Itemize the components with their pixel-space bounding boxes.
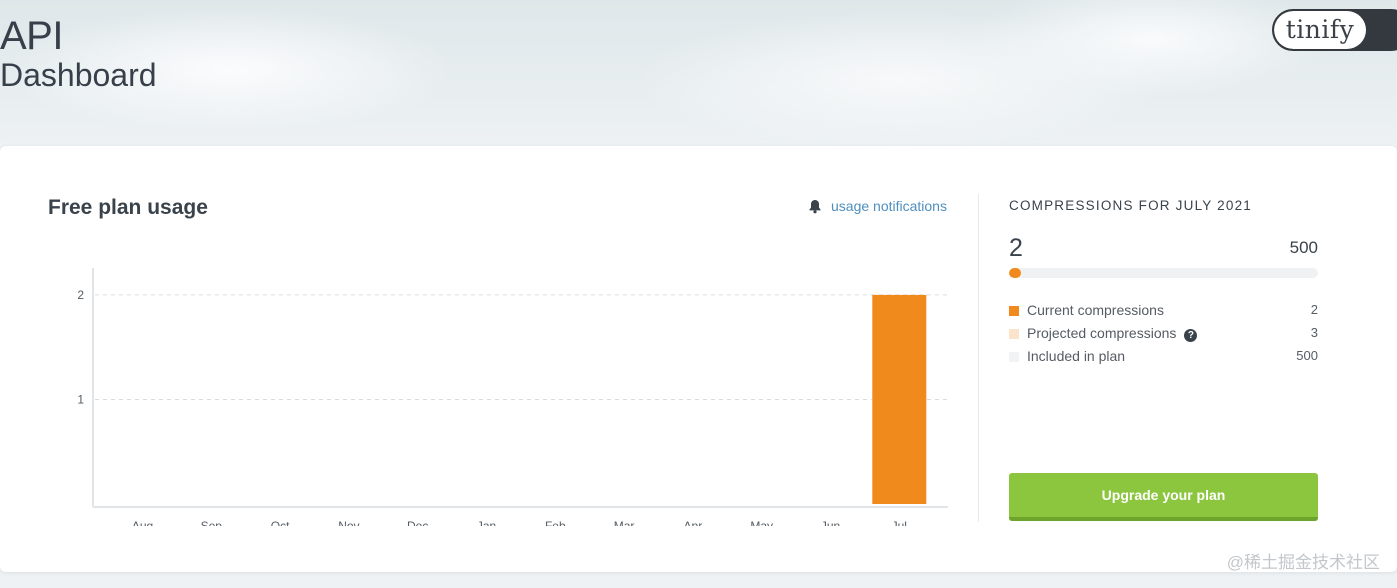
x-tick-label: Aug [132,519,153,526]
legend-row-current: Current compressions 2 [1009,302,1318,325]
usage-bar-chart: 12AugSepOctNovDecJan2021FebMarAprMayJunJ… [77,268,948,526]
x-tick-label: May [750,519,773,526]
bar-jul [872,294,927,504]
compressions-limit: 500 [1289,238,1318,257]
upgrade-plan-button[interactable]: Upgrade your plan [1009,473,1318,521]
section-divider [978,194,979,522]
compressions-heading: COMPRESSIONS FOR JULY 2021 [1009,198,1253,213]
compressions-legend: Current compressions 2 Projected compres… [1009,302,1318,371]
legend-label-current: Current compressions [1027,302,1164,318]
question-circle-icon[interactable]: ? [1184,329,1198,342]
usage-card: Free plan usage usage notifications 1 2 Au… [0,146,1397,572]
x-tick-label: Apr [684,519,703,526]
usage-notifications-link[interactable]: usage notifications [808,198,947,214]
legend-label-included: Included in plan [1027,348,1126,364]
x-tick-label: Dec [407,519,428,526]
compressions-progress-bar [1009,268,1318,278]
legend-row-included: Included in plan 500 [1009,348,1318,371]
compressions-used: 2 [1009,234,1023,262]
x-tick-label: Feb [545,519,566,526]
x-tick-label: Jan [477,519,496,526]
x-tick-label: Jun [821,519,840,526]
legend-swatch-current [1009,306,1019,316]
legend-value-included: 500 [1296,348,1318,363]
tinify-logo[interactable]: tinify [1272,9,1397,51]
x-tick-label: Sep [201,519,223,526]
page-subtitle: Dashboard [0,57,157,93]
legend-row-projected: Projected compressions? 3 [1009,325,1318,348]
bell-icon [809,199,821,213]
watermark-text: @稀土掘金技术社区 [1226,553,1380,572]
legend-label-projected: Projected compressions [1027,325,1177,341]
hero-banner: API Dashboard tinify [0,0,1397,165]
usage-notifications-label: usage notifications [831,198,947,214]
x-tick-label: Nov [338,519,359,526]
legend-swatch-included [1009,352,1019,362]
x-tick-label: Oct [271,519,290,526]
y-tick-label: 2 [77,288,84,302]
y-tick-label: 1 [77,392,84,406]
page-title: API [0,14,63,58]
legend-swatch-projected [1009,329,1019,339]
legend-value-projected: 3 [1310,325,1318,340]
compressions-progress-fill [1009,268,1021,278]
x-tick-label: Mar [614,519,635,526]
legend-value-current: 2 [1310,302,1318,317]
logo-text: tinify [1274,11,1366,49]
usage-card-title: Free plan usage [48,196,208,219]
x-tick-label: Jul [892,519,907,526]
